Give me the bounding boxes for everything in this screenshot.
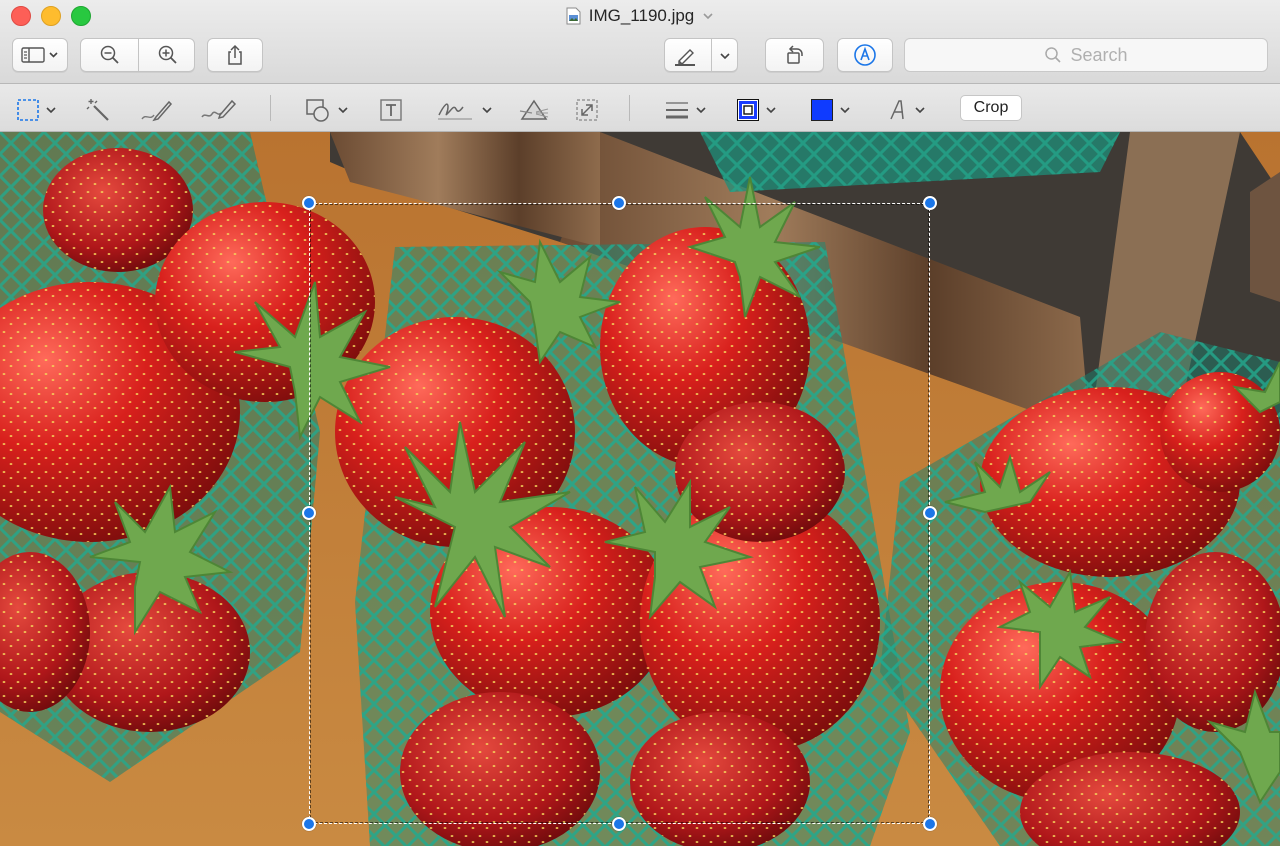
sidebar-icon <box>21 47 58 63</box>
selection-handle-top-right[interactable] <box>923 196 937 210</box>
chevron-down-icon <box>703 13 713 20</box>
signature-icon <box>438 103 472 120</box>
image-canvas[interactable] <box>0 132 1280 846</box>
text-style-tool[interactable] <box>885 96 926 124</box>
share-button[interactable] <box>207 38 263 72</box>
preview-window: IMG_1190.jpg Search Crop <box>0 0 1280 846</box>
highlighter-icon <box>675 49 695 66</box>
draw-tool[interactable] <box>200 96 238 124</box>
chevron-down-icon <box>720 53 730 60</box>
rotate-left-icon <box>786 45 803 64</box>
markup-pen-icon <box>854 44 876 66</box>
chevron-down-icon <box>46 107 56 114</box>
chevron-down-icon <box>482 107 492 114</box>
instant-alpha-tool[interactable] <box>85 96 111 124</box>
zoom-out-button[interactable] <box>81 39 138 71</box>
selection-handle-middle-left[interactable] <box>302 506 316 520</box>
window-title-menu[interactable]: IMG_1190.jpg <box>566 6 715 26</box>
selection-handle-bottom-right[interactable] <box>923 817 937 831</box>
zoom-segmented-control <box>80 38 195 72</box>
title-bar: IMG_1190.jpg Search <box>0 0 1280 84</box>
shapes-tool[interactable] <box>304 96 349 124</box>
chevron-down-icon <box>766 107 776 114</box>
window-title-area: IMG_1190.jpg <box>0 6 1280 28</box>
segment-divider <box>711 39 712 71</box>
rotate-button[interactable] <box>765 38 824 72</box>
crop-selection[interactable] <box>309 203 930 824</box>
zoom-in-button[interactable] <box>139 39 196 71</box>
crop-button[interactable]: Crop <box>960 95 1022 121</box>
search-placeholder: Search <box>1070 44 1128 65</box>
rect-selection-icon <box>17 99 39 121</box>
image-document-icon <box>566 7 581 25</box>
adjust-size-tool[interactable] <box>574 96 600 124</box>
text-box-icon <box>380 99 402 121</box>
shape-style-tool[interactable] <box>664 96 707 124</box>
magic-wand-icon <box>86 99 109 121</box>
border-color-tool[interactable] <box>736 96 777 124</box>
text-tool[interactable] <box>378 96 404 124</box>
window-title: IMG_1190.jpg <box>588 6 695 25</box>
adjust-color-tool[interactable] <box>518 96 550 124</box>
zoom-in-icon <box>158 45 177 64</box>
selection-handle-bottom-center[interactable] <box>612 817 626 831</box>
border-color-icon <box>737 99 759 121</box>
prism-icon <box>519 99 549 120</box>
selection-handle-top-left[interactable] <box>302 196 316 210</box>
fill-color-icon <box>811 99 833 121</box>
chevron-down-icon <box>338 107 348 114</box>
highlight-button[interactable] <box>664 38 738 72</box>
zoom-out-icon <box>100 45 119 64</box>
share-icon <box>228 44 242 65</box>
sign-tool[interactable] <box>436 96 493 124</box>
selection-handle-top-center[interactable] <box>612 196 626 210</box>
chevron-down-icon <box>840 107 850 114</box>
selection-tool[interactable] <box>16 96 57 124</box>
sketch-tool[interactable] <box>140 96 174 124</box>
toolbar-separator <box>629 95 630 121</box>
sketch-pen-icon <box>141 100 173 122</box>
selection-handle-bottom-left[interactable] <box>302 817 316 831</box>
selection-handle-middle-right[interactable] <box>923 506 937 520</box>
draw-brush-icon <box>201 99 237 120</box>
text-style-icon <box>890 100 904 120</box>
search-field[interactable]: Search <box>904 38 1268 72</box>
chevron-down-icon <box>696 107 706 114</box>
search-icon <box>1045 47 1062 63</box>
sidebar-view-button[interactable] <box>12 38 68 72</box>
toolbar-separator <box>270 95 271 121</box>
line-weight-icon <box>666 102 688 119</box>
markup-toolbar <box>0 84 1280 132</box>
shapes-icon <box>306 99 329 122</box>
chevron-down-icon <box>915 107 925 114</box>
markup-toolbar-button[interactable] <box>837 38 893 72</box>
fill-color-tool[interactable] <box>810 96 851 124</box>
resize-icon <box>576 99 598 121</box>
